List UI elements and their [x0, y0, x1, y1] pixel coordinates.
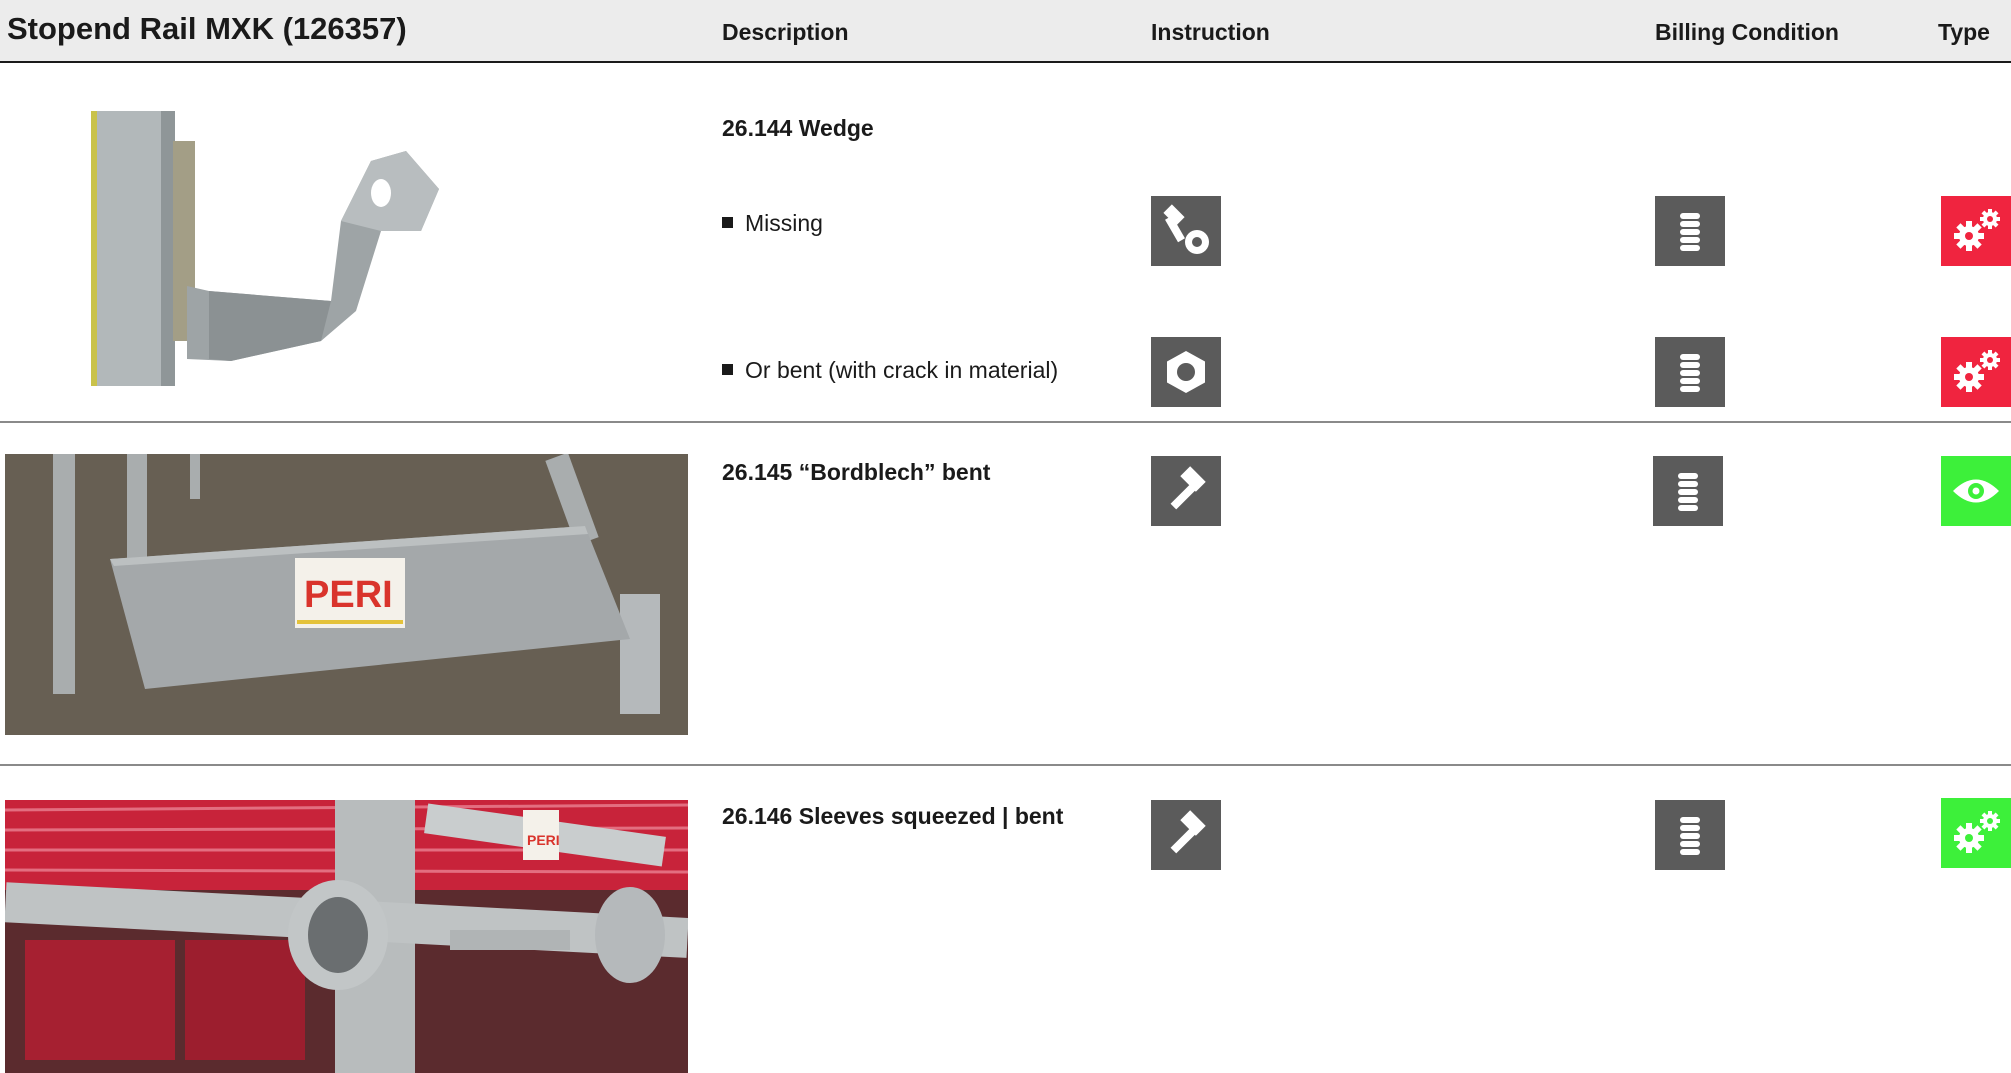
list-item: Or bent (with crack in material) — [722, 357, 1058, 384]
bolt-nut-icon — [1151, 196, 1221, 266]
column-header-instruction: Instruction — [1151, 19, 1270, 45]
column-header-description: Description — [722, 19, 849, 45]
defect-title: 26.146 Sleeves squeezed | bent — [722, 803, 1064, 829]
table-header: Stopend Rail MXK (126357) Description In… — [0, 0, 2011, 63]
gears-icon — [1941, 337, 2011, 407]
eye-icon — [1941, 456, 2011, 526]
page-title: Stopend Rail MXK (126357) — [7, 11, 407, 46]
coin-stack-icon — [1655, 800, 1725, 870]
hammer-icon — [1151, 456, 1221, 526]
column-header-type: Type — [1938, 19, 1990, 45]
bullet-marker — [722, 217, 733, 229]
list-item: Missing — [722, 210, 823, 237]
bordblech-photo: PERI — [5, 454, 688, 735]
peri-logo: PERI — [527, 832, 560, 848]
bullet-text: Or bent (with crack in material) — [745, 357, 1059, 383]
nut-icon — [1151, 337, 1221, 407]
gears-icon — [1941, 196, 2011, 266]
row-divider — [0, 421, 2011, 423]
gears-icon — [1941, 798, 2011, 868]
coin-stack-icon — [1655, 196, 1725, 266]
peri-logo: PERI — [304, 574, 393, 616]
defect-title: 26.144 Wedge — [722, 115, 874, 141]
column-header-billing-condition: Billing Condition — [1655, 19, 1839, 45]
row-divider — [0, 764, 2011, 766]
bullet-text: Missing — [745, 210, 823, 236]
defect-title: 26.145 “Bordblech” bent — [722, 459, 991, 485]
hammer-icon — [1151, 800, 1221, 870]
coin-stack-icon — [1655, 337, 1725, 407]
sleeves-photo: PERI — [5, 800, 688, 1073]
coin-stack-icon — [1653, 456, 1723, 526]
wedge-photo — [91, 111, 453, 386]
bullet-marker — [722, 364, 733, 376]
